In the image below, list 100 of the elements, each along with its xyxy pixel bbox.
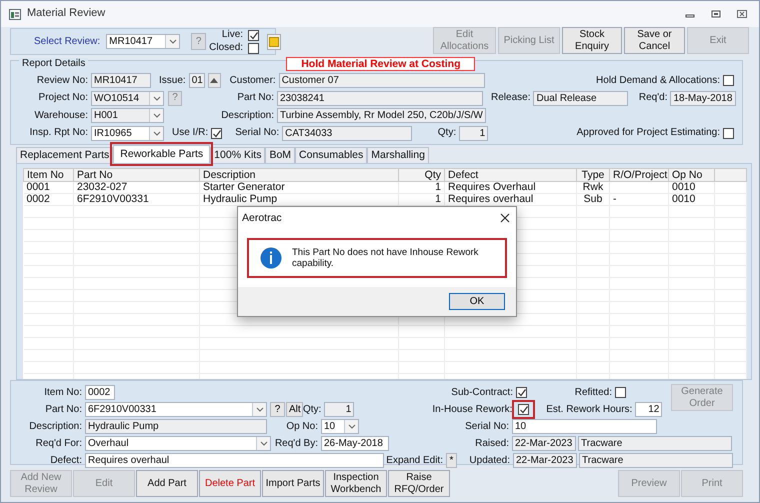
text-field[interactable]: 10 — [512, 419, 657, 434]
field-label: Closed: — [209, 42, 244, 54]
column-header[interactable]: Defect — [444, 168, 576, 182]
caret-icon — [258, 439, 268, 448]
column-header[interactable]: Op No — [668, 168, 714, 182]
text-field[interactable]: 22-Mar-2023 — [512, 436, 576, 451]
field-label: Live: — [222, 29, 244, 41]
field-label: Defect: — [49, 454, 83, 466]
toolbar-button[interactable]: Save or Cancel — [624, 27, 685, 54]
text-field[interactable]: 22-Mar-2023 — [513, 453, 577, 468]
column-header[interactable]: R/O/Project — [610, 168, 668, 182]
tab[interactable]: Reworkable Parts — [113, 145, 210, 163]
text-field[interactable]: Dual Release — [533, 90, 628, 106]
text-field[interactable]: Hydraulic Pump — [85, 419, 267, 434]
action-button[interactable]: Delete Part — [199, 470, 261, 497]
table-cell: Starter Generator — [203, 182, 285, 192]
action-button[interactable]: Raise RFQ/Order — [388, 470, 450, 497]
window-title: Material Review — [27, 7, 106, 21]
text-field[interactable]: 12 — [635, 402, 662, 417]
field-label: Hold Demand & Allocations: — [596, 74, 721, 87]
checkbox[interactable] — [723, 128, 734, 139]
small-button[interactable]: ? — [270, 402, 285, 417]
column-header[interactable]: Qty — [398, 168, 444, 182]
caret-icon — [346, 422, 356, 431]
text-field[interactable]: 23038241 — [277, 90, 483, 106]
field-label: Warehouse: — [33, 110, 89, 122]
checkbox[interactable] — [516, 387, 527, 398]
field-label: Release: — [491, 92, 532, 104]
checkbox[interactable] — [248, 30, 260, 40]
small-button[interactable]: * — [446, 453, 457, 468]
note-icon[interactable] — [267, 34, 282, 50]
field-label: Part No: — [236, 92, 275, 104]
column-header[interactable]: Type — [576, 168, 610, 182]
text-field[interactable]: Turbine Assembly, Rr Model 250, C20b/J/S/W — [277, 108, 486, 124]
field-label: Req'd: — [638, 92, 668, 104]
text-field[interactable]: 26-May-2018 — [321, 436, 389, 451]
field-label: Description: — [220, 110, 275, 122]
field-label: Item No: — [43, 386, 83, 398]
dropdown-field[interactable]: 10 — [321, 419, 359, 434]
text-field[interactable]: Tracware — [579, 453, 733, 468]
text-field[interactable]: 1 — [459, 126, 488, 141]
tab[interactable]: BoM — [265, 147, 296, 163]
field-label: Review No: — [36, 74, 89, 87]
column-header[interactable]: Part No — [74, 168, 200, 182]
text-field[interactable]: 1 — [324, 402, 354, 417]
tab[interactable]: Replacement Parts — [16, 147, 114, 163]
field-label: Req'd For: — [34, 438, 83, 450]
action-button[interactable]: Import Parts — [262, 470, 324, 497]
field-label: Description: — [28, 420, 83, 432]
table-cell: 23032-027 — [77, 182, 128, 192]
text-field[interactable]: CAT34033 — [282, 126, 412, 141]
text-field[interactable]: 18-May-2018 — [670, 90, 736, 106]
field-label: Sub-Contract: — [450, 386, 514, 398]
checkbox[interactable] — [211, 128, 222, 139]
dropdown-field[interactable]: WO10514 — [91, 90, 164, 106]
tab[interactable]: Consumables — [295, 147, 368, 163]
info-icon — [260, 247, 282, 269]
table-cell: Sub — [584, 194, 602, 204]
tab[interactable]: Marshalling — [367, 147, 429, 163]
dropdown-field[interactable]: H001 — [91, 108, 164, 124]
field-label: Raised: — [474, 438, 510, 450]
checkbox[interactable] — [248, 42, 260, 54]
field-label: Project No: — [38, 92, 89, 104]
app-icon — [9, 8, 21, 20]
status-banner: Hold Material Review at Costing — [286, 57, 476, 71]
text-field[interactable]: 01 — [188, 73, 205, 88]
text-field[interactable]: Requires overhaul — [85, 453, 384, 468]
triangle-up-icon — [210, 78, 218, 84]
dropdown-field[interactable]: 6F2910V00331 — [85, 402, 267, 417]
table-cell: Requires Overhaul — [448, 182, 536, 192]
maximize-icon[interactable] — [711, 10, 721, 18]
field-label: Issue: — [159, 74, 187, 87]
text-field[interactable]: MR10417 — [91, 73, 151, 88]
spin-up-button[interactable] — [208, 73, 221, 88]
text-field[interactable]: Tracware — [578, 436, 732, 451]
action-button[interactable]: Inspection Workbench — [325, 470, 387, 497]
dropdown-field[interactable]: Overhaul — [85, 436, 271, 451]
dropdown-field[interactable]: IR10965 — [91, 126, 164, 141]
checkbox[interactable] — [518, 404, 530, 415]
dropdown-field[interactable]: MR10417 — [106, 34, 180, 49]
ok-button[interactable]: OK — [449, 293, 505, 310]
checkbox[interactable] — [615, 387, 626, 398]
table-cell: 0010 — [672, 194, 696, 204]
caret-icon — [168, 37, 178, 46]
column-header[interactable]: Description — [200, 168, 398, 182]
table-cell: Hydraulic Pump — [203, 194, 278, 204]
table-cell: 1 — [435, 182, 441, 192]
text-field[interactable]: Customer 07 — [278, 73, 485, 88]
action-button[interactable]: Add Part — [136, 470, 198, 497]
checkbox[interactable] — [723, 75, 734, 86]
text-field[interactable]: 0002 — [85, 385, 115, 400]
dialog-message: This Part No does not have Inhouse Rework capability. — [292, 246, 480, 270]
toolbar-button[interactable]: Stock Enquiry — [562, 27, 622, 54]
field-label: Serial No: — [464, 420, 510, 432]
field-label: Refitted: — [574, 386, 613, 398]
small-button[interactable]: Alt — [286, 402, 303, 417]
close-icon[interactable] — [500, 213, 510, 223]
column-header[interactable]: Item No — [24, 168, 74, 182]
tab[interactable]: 100% Kits — [210, 147, 266, 163]
field-label: Req'd By: — [274, 438, 319, 450]
